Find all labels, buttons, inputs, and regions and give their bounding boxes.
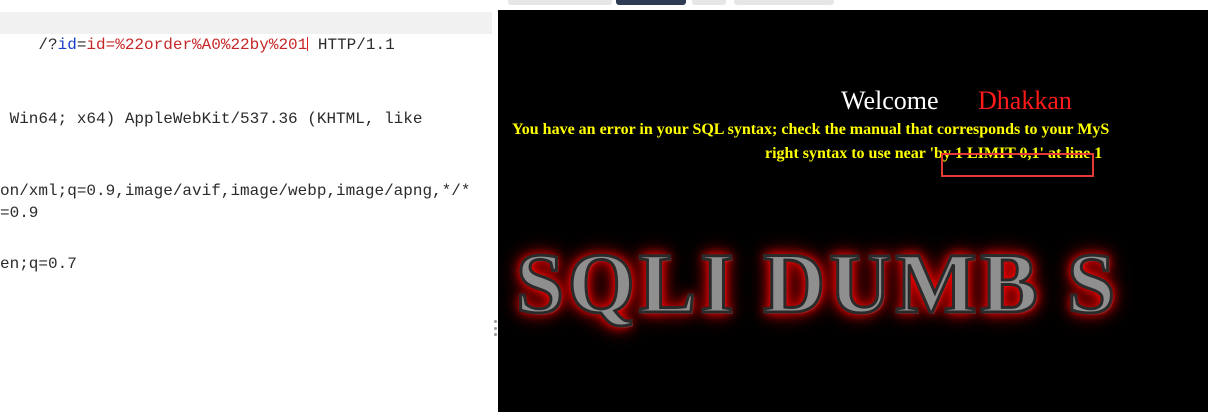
request-editor[interactable]: /?id=id=%22order%A0%22by%201 HTTP/1.1 Wi… xyxy=(0,0,492,412)
welcome-name: Dhakkan xyxy=(978,86,1072,115)
query-param-name: id xyxy=(57,36,77,54)
view-tab-strip xyxy=(498,0,1208,10)
accept-line-continued[interactable]: =0.9 xyxy=(0,202,38,224)
accept-language-line[interactable]: en;q=0.7 xyxy=(0,253,77,275)
error-highlight-box xyxy=(941,153,1094,177)
drag-handle-icon[interactable] xyxy=(493,320,497,336)
tab-render[interactable] xyxy=(616,0,686,5)
sql-error-line-1: You have an error in your SQL syntax; ch… xyxy=(512,121,1110,138)
request-path-prefix: /? xyxy=(38,36,58,54)
welcome-label: Welcome xyxy=(841,86,939,115)
response-render-pane: Welcome Dhakkan You have an error in you… xyxy=(498,0,1208,412)
http-version: HTTP/1.1 xyxy=(308,36,395,54)
tab-hex[interactable] xyxy=(734,0,834,5)
accept-line[interactable]: on/xml;q=0.9,image/avif,image/webp,image… xyxy=(0,180,470,202)
user-agent-line[interactable]: Win64; x64) AppleWebKit/537.36 (KHTML, l… xyxy=(0,108,423,130)
query-equals: = xyxy=(76,36,87,54)
sqli-dumb-banner: SQLI DUMB S xyxy=(514,234,1120,333)
tab-raw[interactable] xyxy=(692,0,726,5)
tab-pretty[interactable] xyxy=(508,0,612,5)
query-param-value: id=%22order%A0%22by%201 xyxy=(86,36,308,54)
request-line[interactable]: /?id=id=%22order%A0%22by%201 HTTP/1.1 xyxy=(0,12,492,54)
